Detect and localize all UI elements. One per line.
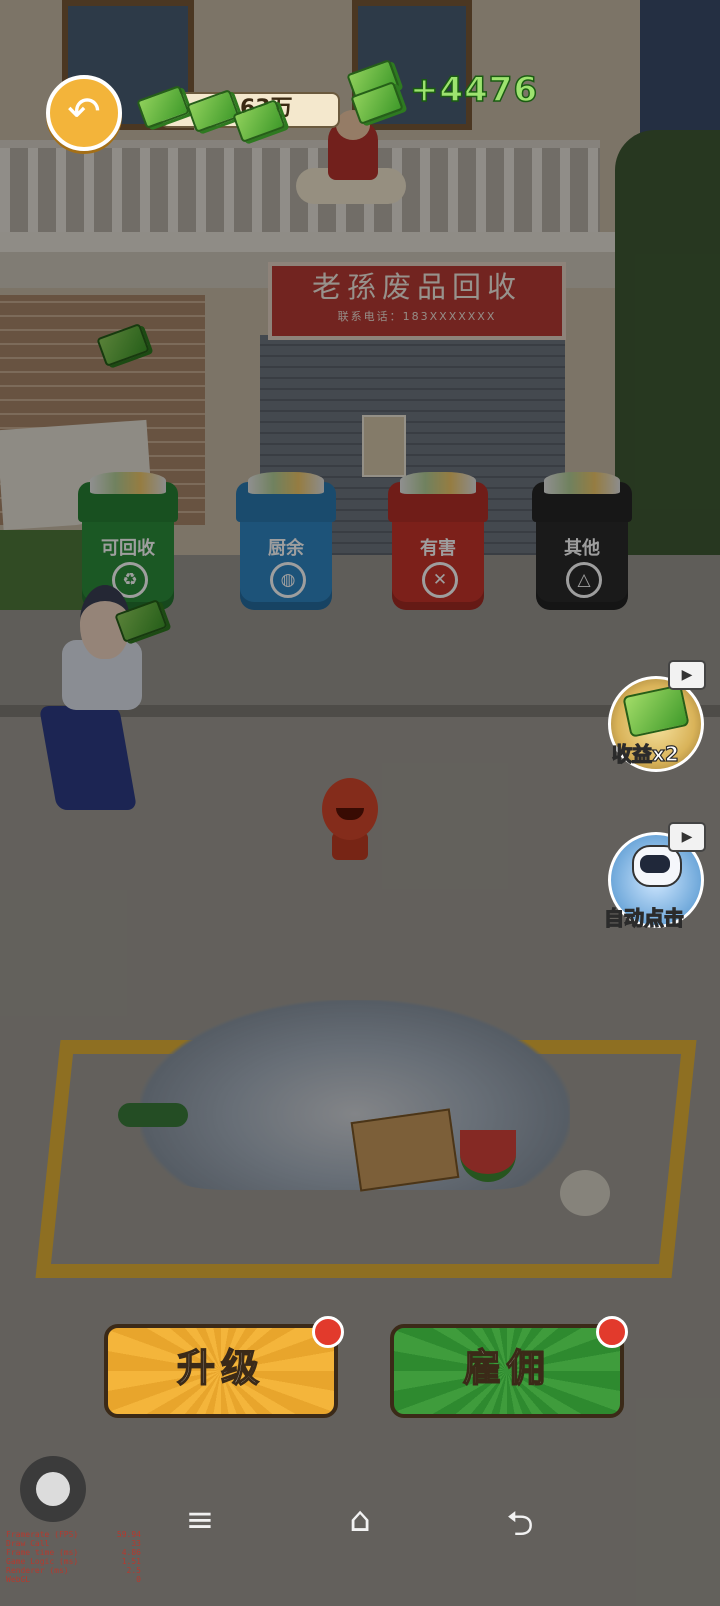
earnings-popup: +4476 [409,69,539,111]
debug-key: Frame time (ms) [6,1548,79,1557]
notification-dot [312,1316,344,1348]
debug-row: Draw Call 33 [6,1539,141,1548]
hazard-icon: ✕ [422,562,458,598]
trash-bag [560,1170,610,1216]
bin-trash-pile [544,472,620,494]
shop-sign-title: 老孫废品回收 [311,270,522,304]
bin-hazardous[interactable]: 有害 ✕ [388,472,488,610]
building-ledge [0,232,640,252]
video-ad-icon: ▶ [668,822,706,852]
debug-value: 0 [136,1575,141,1584]
bin-trash-pile [248,472,324,494]
notification-dot [596,1316,628,1348]
debug-row: Game Logic (ms) 1.51 [6,1557,141,1566]
game-stage[interactable]: 老孫废品回收 联系电话：183XXXXXXX 可回收 ♻ 厨余 ◍ 有害 ✕ 其… [0,0,720,1606]
assistive-touch-dot [36,1472,70,1506]
auto-click-label: 自动点击 [603,905,684,930]
video-ad-icon: ▶ [668,660,706,690]
debug-stats-panel: Framerate (FPS) 59.94 Draw Call 33 Frame t… [6,1530,141,1584]
bin-trash-pile [400,472,476,494]
robot-face [640,855,670,873]
debug-row: Framerate (FPS) 59.94 [6,1530,141,1539]
debug-value: 33 [131,1539,141,1548]
debug-key: Game Logic (ms) [6,1557,79,1566]
bin-label: 厨余 [268,538,304,559]
bin-other[interactable]: 其他 △ [532,472,632,610]
bin-food-waste[interactable]: 厨余 ◍ [236,472,336,610]
bin-label: 可回收 [101,538,155,559]
bin-label: 其他 [564,538,600,559]
other-waste-icon: △ [566,562,602,598]
bin-trash-pile [90,472,166,494]
debug-row: Renderer (ms) 2.5 [6,1566,141,1575]
upgrade-button[interactable]: 升级 [104,1324,338,1418]
debug-row: WebGL 0 [6,1575,141,1584]
home-icon[interactable]: ⌂ [330,1500,390,1540]
debug-value: 1.51 [121,1557,141,1566]
shop-sign: 老孫废品回收 联系电话：183XXXXXXX [268,262,566,340]
debug-key: Framerate (FPS) [6,1530,79,1539]
shutter-photo [362,415,406,477]
debug-key: Draw Call [6,1539,50,1548]
debug-value: 2.5 [126,1566,141,1575]
trash-cardboard-box [350,1108,460,1192]
back-button[interactable]: ↶ [46,75,122,151]
back-arrow-icon: ↶ [67,89,101,135]
debug-key: Renderer (ms) [6,1566,69,1575]
menu-icon[interactable]: ≡ [170,1500,230,1540]
hire-button[interactable]: 雇佣 [390,1324,624,1418]
debug-row: Frame time (ms) 4.86 [6,1548,141,1557]
shop-sign-phone: 联系电话：183XXXXXXX [337,310,497,323]
double-income-label: 收益x2 [611,741,679,766]
trash-bottle [118,1103,188,1127]
back-nav-icon[interactable]: ⮌ [490,1500,550,1557]
food-waste-icon: ◍ [270,562,306,598]
debug-key: WebGL [6,1575,31,1584]
debug-value: 4.86 [121,1548,141,1557]
debug-value: 59.94 [116,1530,141,1539]
bin-label: 有害 [420,538,456,559]
